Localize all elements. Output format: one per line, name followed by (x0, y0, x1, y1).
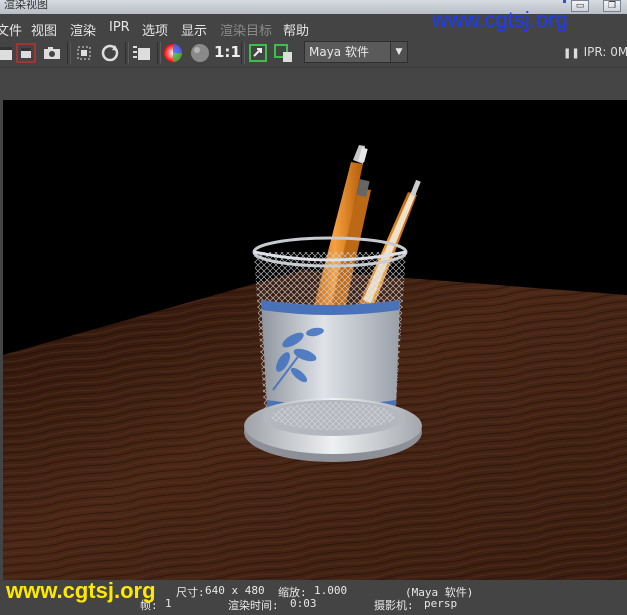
color-wheel-icon[interactable] (162, 42, 184, 64)
refresh-icon[interactable] (99, 42, 121, 64)
menu-render[interactable]: 渲染 (70, 20, 96, 39)
frame-value: 1 (165, 597, 172, 610)
toolbar-separator (241, 42, 245, 64)
size-value: 640 x 480 (205, 584, 265, 597)
menu-help[interactable]: 帮助 (283, 20, 309, 39)
remove-image-icon[interactable] (272, 42, 294, 64)
menu-view[interactable]: 视图 (31, 20, 57, 39)
render-time-label: 渲染时间: (228, 599, 279, 612)
clapper-selected-icon[interactable] (15, 42, 37, 64)
toolbar-strip (0, 67, 627, 101)
watermark-bottom: www.cgtsj.org (6, 578, 156, 603)
title-dot (563, 0, 566, 3)
menu-file[interactable]: 文件 (0, 20, 22, 39)
window-title: 渲染视图 (4, 0, 48, 11)
minimize-button[interactable]: ▭ (571, 0, 589, 12)
camera-snapshot-icon[interactable] (41, 42, 63, 64)
camera-label: 摄影机: (374, 599, 414, 612)
size-label: 尺寸: (176, 586, 205, 599)
menu-render-target[interactable]: 渲染目标 (220, 20, 272, 39)
toolbar-separator (157, 42, 161, 64)
watermark-top: www.cgtsj.org (432, 7, 568, 32)
renderer-select[interactable]: Maya 软件 ▼ (304, 41, 408, 63)
menu-options[interactable]: 选项 (142, 20, 168, 39)
toolbar-separator (125, 42, 129, 64)
real-size-button[interactable]: 1:1 (214, 43, 241, 65)
restore-button[interactable]: ❐ (603, 0, 621, 12)
render-viewport[interactable] (3, 100, 627, 580)
rendered-image (3, 145, 627, 580)
clapper-region-icon[interactable] (73, 42, 95, 64)
gray-ball-icon[interactable] (189, 42, 211, 64)
dropdown-arrow-icon: ▼ (390, 42, 407, 62)
camera-value: persp (424, 597, 458, 610)
ipr-memory-label: IPR: 0M (583, 45, 627, 59)
renderer-select-value: Maya 软件 (309, 45, 369, 59)
zoom-value: 1.000 (314, 584, 348, 597)
toolbar-separator (67, 42, 71, 64)
render-time-value: 0:03 (290, 597, 317, 610)
ipr-status: ❚❚ IPR: 0M (563, 45, 627, 59)
pause-icon[interactable]: ❚❚ (563, 48, 580, 59)
render-toolbar: 1:1 Maya 软件 ▼ ❚❚ IPR: 0M (0, 40, 627, 67)
clapper-icon[interactable] (0, 42, 16, 64)
menu-display[interactable]: 显示 (181, 20, 207, 39)
clapper-settings-icon[interactable] (131, 42, 153, 64)
menu-ipr[interactable]: IPR (109, 20, 130, 35)
keep-image-icon[interactable] (247, 42, 269, 64)
